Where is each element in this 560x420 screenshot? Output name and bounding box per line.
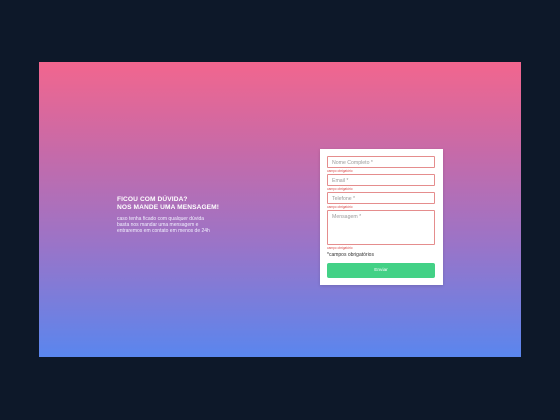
intro-description-line3: entraremos em contato em menos de 24h [117, 228, 210, 234]
email-error: campo obrigatório [327, 187, 353, 191]
intro-title-line2: NOS MANDE UMA MENSAGEM! [117, 204, 220, 211]
email-field[interactable]: Email * [327, 174, 435, 186]
required-note: *campos obrigatórios [327, 252, 374, 258]
message-error: campo obrigatório [327, 246, 353, 250]
intro-title: FICOU COM DÚVIDA? NOS MANDE UMA MENSAGEM… [117, 196, 257, 212]
message-placeholder: Mensagem * [332, 214, 362, 220]
email-placeholder: Email * [332, 178, 349, 184]
name-field[interactable]: Nome Completo * [327, 156, 435, 168]
phone-field[interactable]: Telefone * [327, 192, 435, 204]
hero-section: FICOU COM DÚVIDA? NOS MANDE UMA MENSAGEM… [39, 62, 521, 357]
submit-label: Enviar [374, 268, 388, 273]
contact-intro: FICOU COM DÚVIDA? NOS MANDE UMA MENSAGEM… [117, 196, 257, 234]
intro-description: caso tenha ficado com qualquer dúvida ba… [117, 216, 257, 234]
intro-title-line1: FICOU COM DÚVIDA? [117, 196, 188, 203]
contact-form: Nome Completo * campo obrigatório Email … [320, 149, 443, 285]
submit-button[interactable]: Enviar [327, 263, 435, 278]
message-field[interactable]: Mensagem * [327, 210, 435, 245]
phone-error: campo obrigatório [327, 205, 353, 209]
name-placeholder: Nome Completo * [332, 160, 373, 166]
phone-placeholder: Telefone * [332, 196, 356, 202]
name-error: campo obrigatório [327, 169, 353, 173]
